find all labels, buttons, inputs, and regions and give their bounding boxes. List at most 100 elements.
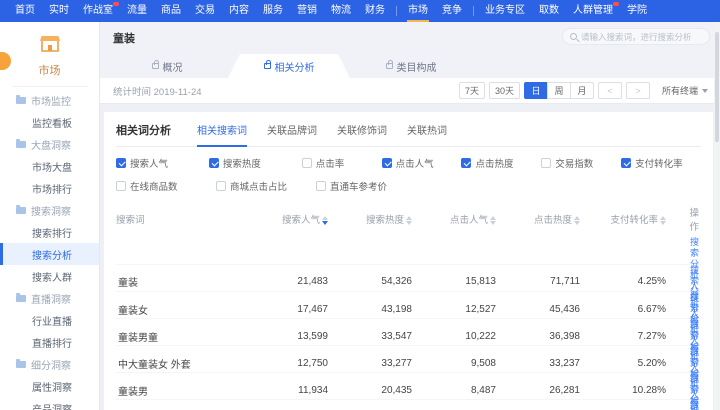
nav-item[interactable]: 财务 <box>365 0 385 22</box>
column-header[interactable]: 搜索人气 <box>266 212 346 226</box>
search-placeholder: 请输入搜索词，进行搜索分析 <box>581 31 692 43</box>
value-cell: 33,277 <box>346 358 430 369</box>
sidebar-item[interactable]: 监控看板 <box>0 111 99 133</box>
stat-time-label: 统计时间 2019-11-24 <box>113 84 202 98</box>
sort-icon[interactable] <box>490 216 496 225</box>
nav-item[interactable]: 实时 <box>49 0 69 22</box>
table-header: 搜索词搜索人气搜索热度点击人气点击热度支付转化率操作 <box>116 205 701 233</box>
value-cell: 45,436 <box>514 304 598 315</box>
nav-item[interactable]: 竞争 <box>442 0 462 22</box>
next-button[interactable]: > <box>626 82 650 99</box>
granularity-button[interactable]: 日 <box>524 82 548 99</box>
sidebar: 市场 市场监控监控看板大盘洞察市场大盘市场排行搜索洞察搜索排行搜索分析搜索人群直… <box>0 22 100 410</box>
scrollbar-thumb[interactable] <box>715 32 719 142</box>
sort-asc-icon <box>406 216 412 220</box>
sidebar-item-label: 市场排行 <box>32 181 72 196</box>
panel-tab[interactable]: 关联品牌词 <box>267 122 317 147</box>
nav-item[interactable]: 交易 <box>195 0 215 22</box>
sidebar-item[interactable]: 行业直播 <box>0 309 99 331</box>
nav-item[interactable]: 取数 <box>539 0 559 22</box>
tab-inactive[interactable]: 概况 <box>106 54 228 78</box>
value-cell: 20,435 <box>346 385 430 396</box>
action-link[interactable]: 搜索分析 <box>684 400 699 410</box>
value-cell: 6.67% <box>598 304 684 315</box>
nav-item[interactable]: 人群管理 <box>573 0 613 22</box>
value-cell: 26,281 <box>514 385 598 396</box>
sidebar-item[interactable]: 直播排行 <box>0 331 99 353</box>
metric-checkbox[interactable]: 交易指数 <box>541 156 621 170</box>
checkbox-label: 点击人气 <box>396 156 434 170</box>
range-button[interactable]: 7天 <box>459 82 485 99</box>
metric-checkbox[interactable]: 支付转化率 <box>621 156 701 170</box>
column-header[interactable]: 支付转化率 <box>598 212 684 226</box>
sidebar-item[interactable]: 大盘洞察 <box>0 133 99 155</box>
column-header[interactable]: 点击热度 <box>514 212 598 226</box>
nav-item[interactable]: 内容 <box>229 0 249 22</box>
notification-badge <box>113 2 119 6</box>
panel-tab[interactable]: 关联修饰词 <box>337 122 387 147</box>
sort-icon[interactable] <box>574 216 580 225</box>
value-cell: 4.25% <box>598 276 684 287</box>
nav-item[interactable]: 商品 <box>161 0 181 22</box>
sidebar-item[interactable]: 属性洞察 <box>0 375 99 397</box>
sidebar-item[interactable]: 搜索洞察 <box>0 199 99 221</box>
metric-checkbox[interactable]: 点击人气 <box>382 156 462 170</box>
panel-title: 相关词分析 <box>116 122 171 138</box>
scrollbar[interactable] <box>714 22 720 410</box>
column-header-label: 点击热度 <box>534 215 572 226</box>
sidebar-item[interactable]: 产品洞察 <box>0 397 99 410</box>
metric-checkbox[interactable]: 点击热度 <box>461 156 541 170</box>
sidebar-item-label: 属性洞察 <box>32 379 72 394</box>
sort-desc-icon <box>406 221 412 225</box>
sidebar-item[interactable]: 搜索排行 <box>0 221 99 243</box>
search-input[interactable]: 请输入搜索词，进行搜索分析 <box>562 28 710 45</box>
value-cell: 10.28% <box>598 385 684 396</box>
nav-item[interactable]: 服务 <box>263 0 283 22</box>
sidebar-item[interactable]: 细分洞察 <box>0 353 99 375</box>
checkbox-label: 搜索人气 <box>130 156 168 170</box>
sort-icon[interactable] <box>660 216 666 225</box>
nav-item[interactable]: 营销 <box>297 0 317 22</box>
sidebar-item[interactable]: 市场监控 <box>0 89 99 111</box>
page-title: 童装 <box>113 30 135 46</box>
sort-icon[interactable] <box>406 216 412 225</box>
granularity-button[interactable]: 月 <box>570 82 594 99</box>
tab-active[interactable]: 相关分析 <box>228 54 350 78</box>
sort-asc-icon <box>322 216 328 220</box>
metric-checkbox[interactable]: 点击率 <box>302 156 382 170</box>
sidebar-item[interactable]: 直播洞察 <box>0 287 99 309</box>
column-header[interactable]: 点击人气 <box>430 212 514 226</box>
metric-checkbox[interactable]: 在线商品数 <box>116 179 216 193</box>
nav-item[interactable]: 学院 <box>627 0 647 22</box>
metric-checkbox[interactable]: 搜索热度 <box>209 156 302 170</box>
nav-item[interactable]: 物流 <box>331 0 351 22</box>
prev-button[interactable]: < <box>598 82 622 99</box>
sort-icon[interactable] <box>322 216 328 225</box>
range-button[interactable]: 30天 <box>489 82 520 99</box>
header-card: 童装 请输入搜索词，进行搜索分析 概况相关分析类目构成 <box>100 22 720 78</box>
nav-item[interactable]: 业务专区 <box>485 0 525 22</box>
actions-cell: 搜索分析人群分析 <box>684 400 701 410</box>
panel-tab[interactable]: 关联热词 <box>407 122 447 147</box>
sidebar-item[interactable]: 搜索分析 <box>0 243 99 265</box>
nav-item[interactable]: 市场 <box>408 0 428 22</box>
metric-checkbox[interactable]: 商城点击占比 <box>216 179 316 193</box>
nav-item[interactable]: 作战室 <box>83 0 113 22</box>
lock-icon <box>152 63 159 69</box>
chevron-down-icon <box>702 89 708 93</box>
sidebar-item-label: 搜索洞察 <box>31 203 71 218</box>
sidebar-item[interactable]: 市场大盘 <box>0 155 99 177</box>
nav-item[interactable]: 流量 <box>127 0 147 22</box>
granularity-button[interactable]: 周 <box>547 82 571 99</box>
sidebar-item[interactable]: 市场排行 <box>0 177 99 199</box>
metric-checkbox[interactable]: 直通车参考价 <box>316 179 402 193</box>
metric-checkbox[interactable]: 搜索人气 <box>116 156 209 170</box>
panel-tab[interactable]: 相关搜索词 <box>197 122 247 147</box>
column-header[interactable]: 搜索热度 <box>346 212 430 226</box>
value-cell: 71,711 <box>514 276 598 287</box>
nav-item[interactable]: 首页 <box>15 0 35 22</box>
terminal-dropdown[interactable]: 所有终端 <box>662 84 708 97</box>
sidebar-item[interactable]: 搜索人群 <box>0 265 99 287</box>
tab-inactive[interactable]: 类目构成 <box>350 54 472 78</box>
checkbox-checked-icon <box>382 158 392 168</box>
